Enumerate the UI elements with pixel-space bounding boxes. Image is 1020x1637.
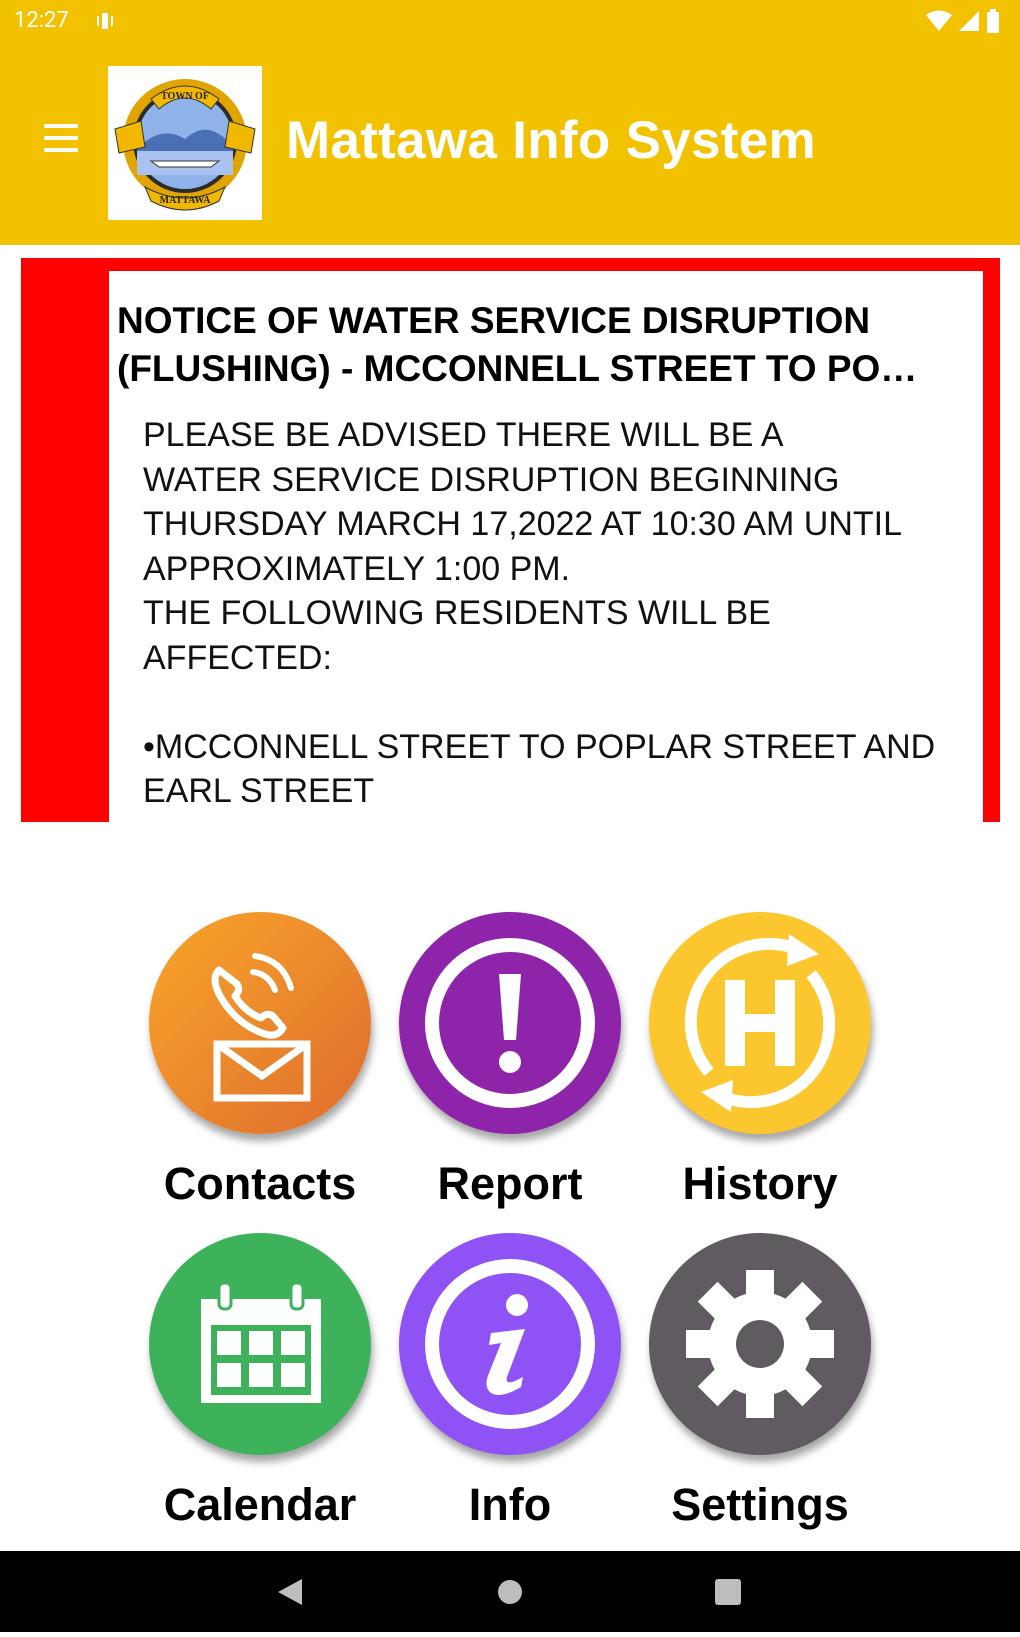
report-label: Report	[437, 1158, 583, 1209]
app-bar: TOWN OF MATTAWA Mattawa Info System	[0, 42, 1020, 245]
notice-body: PLEASE BE ADVISED THERE WILL BE A WATER …	[143, 416, 936, 810]
signal-icon	[959, 11, 979, 31]
vibrate-icon	[94, 10, 116, 36]
calendar-label: Calendar	[163, 1479, 357, 1530]
report-button[interactable]: Report	[390, 912, 630, 1210]
history-button[interactable]: History	[640, 912, 880, 1210]
status-bar: 12:27	[0, 0, 1020, 42]
notice-content: NOTICE OF WATER SERVICE DISRUPTION (FLUS…	[109, 271, 983, 822]
notice-title: NOTICE OF WATER SERVICE DISRUPTION (FLUS…	[117, 300, 918, 389]
info-label: Info	[468, 1479, 552, 1530]
status-time: 12:27	[14, 8, 69, 33]
calendar-icon	[149, 1233, 371, 1455]
town-logo: TOWN OF MATTAWA	[108, 66, 262, 220]
gear-icon	[649, 1233, 871, 1455]
settings-button[interactable]: Settings	[640, 1233, 880, 1531]
settings-label: Settings	[671, 1479, 849, 1530]
history-h-icon	[649, 912, 871, 1134]
back-icon[interactable]	[240, 1551, 340, 1632]
info-icon	[399, 1233, 621, 1455]
menu-icon[interactable]	[38, 124, 84, 164]
recents-icon[interactable]	[678, 1551, 778, 1632]
phone-envelope-icon	[149, 912, 371, 1134]
status-icons	[926, 9, 1000, 33]
info-button[interactable]: Info	[390, 1233, 630, 1531]
history-label: History	[682, 1158, 838, 1209]
calendar-button[interactable]: Calendar	[140, 1233, 380, 1531]
battery-icon	[987, 9, 999, 33]
svg-text:TOWN OF: TOWN OF	[161, 91, 209, 102]
svg-text:MATTAWA: MATTAWA	[160, 195, 212, 206]
wifi-icon	[926, 10, 952, 31]
system-nav-bar	[0, 1551, 1020, 1632]
app-title: Mattawa Info System	[286, 111, 816, 170]
home-icon[interactable]	[460, 1551, 560, 1632]
contacts-button[interactable]: Contacts	[140, 912, 380, 1210]
notice-card[interactable]: NOTICE OF WATER SERVICE DISRUPTION (FLUS…	[21, 258, 1000, 822]
exclamation-icon	[399, 912, 621, 1134]
contacts-label: Contacts	[163, 1158, 357, 1209]
